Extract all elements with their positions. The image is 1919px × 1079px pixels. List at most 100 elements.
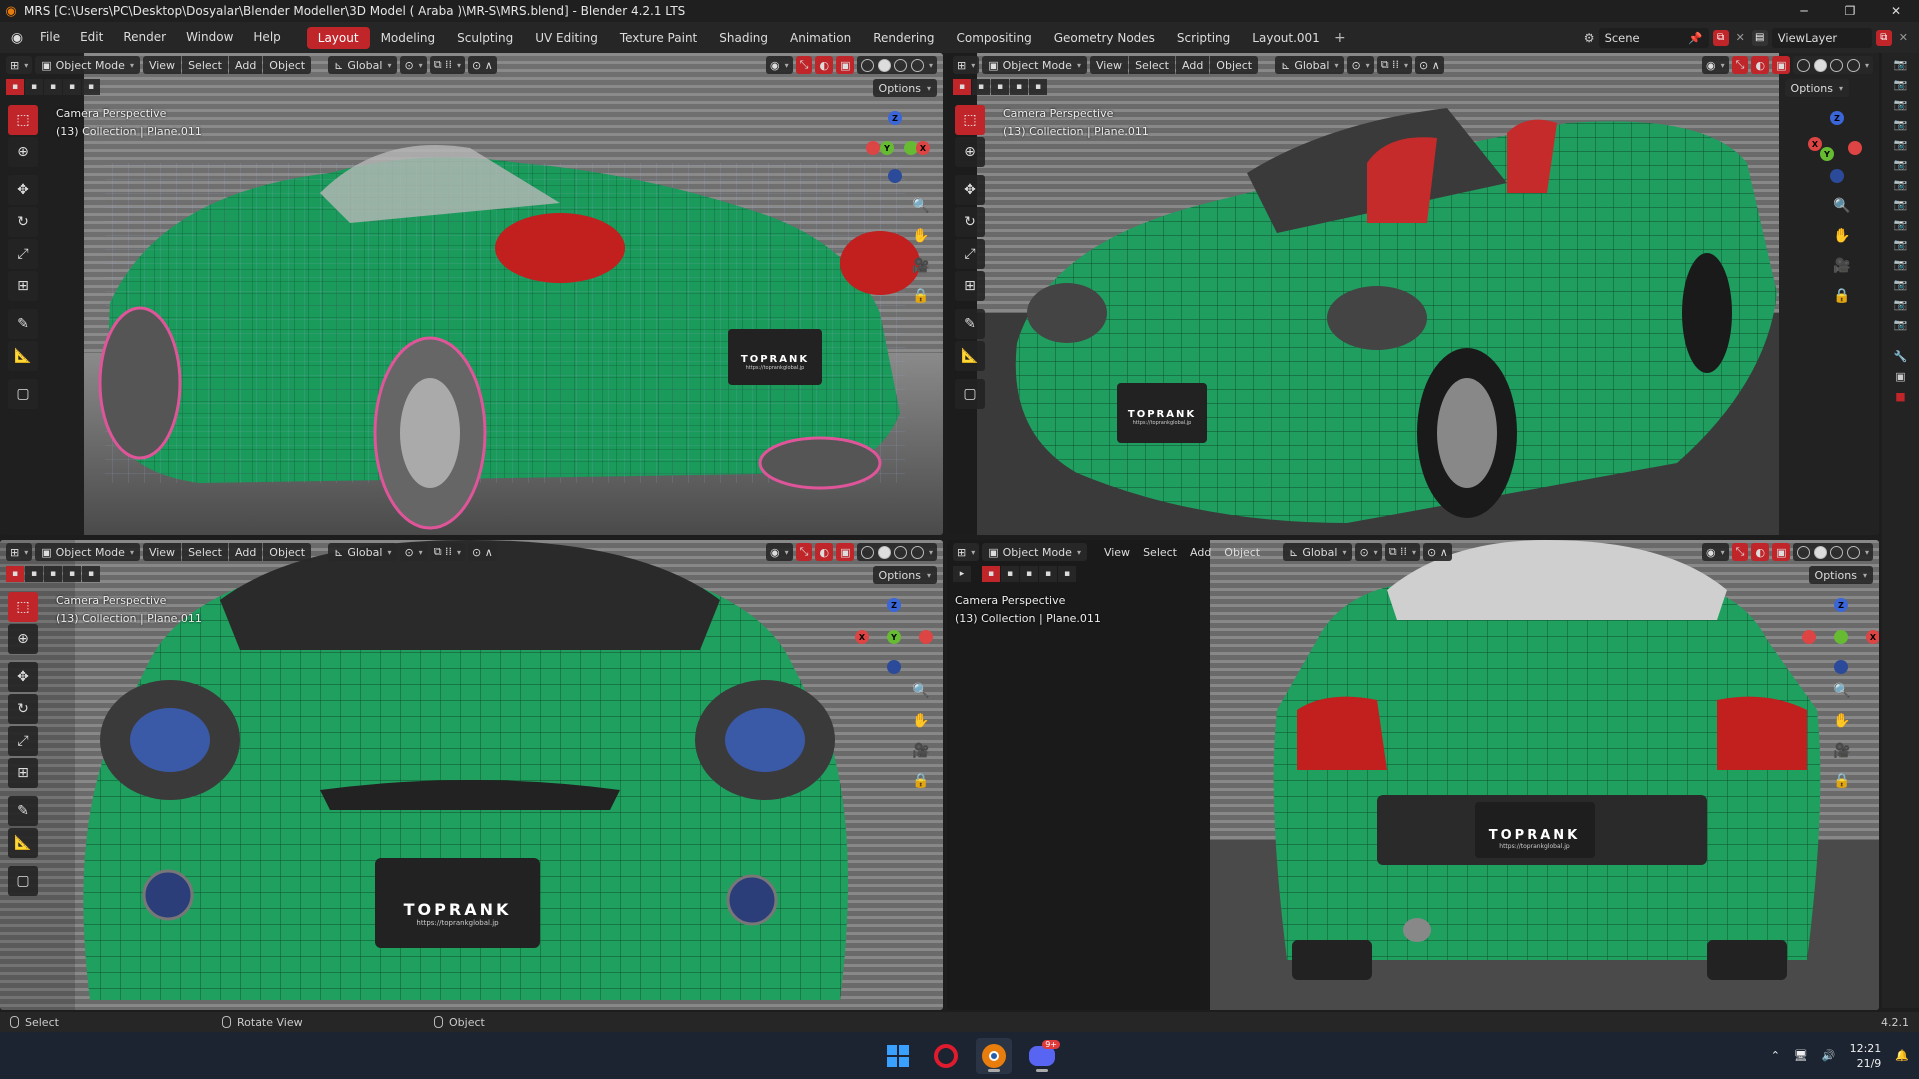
outliner-visibility-icon[interactable]: 📷 xyxy=(1889,255,1913,273)
select-intersect-icon[interactable]: ▪ xyxy=(1029,79,1047,95)
add-workspace-icon[interactable]: + xyxy=(1331,29,1349,47)
options-dropdown[interactable]: Options ▾ xyxy=(872,79,937,97)
view-menu[interactable]: View xyxy=(1098,543,1136,561)
clock[interactable]: 12:21 21/9 xyxy=(1850,1041,1882,1071)
snap-icon[interactable]: ⧉ ⁞⁞ ▾ xyxy=(1376,56,1413,74)
gizmo-x-axis[interactable]: X xyxy=(855,630,869,644)
viewport-top-right[interactable]: TOPRANK https://toprankglobal.jp ⊞ ▾ ▣ Obj… xyxy=(947,53,1879,535)
discord-icon[interactable]: 9+ xyxy=(1024,1038,1060,1074)
wireframe-shading-icon[interactable] xyxy=(1797,545,1811,559)
transform-tool-icon[interactable]: ⊞ xyxy=(955,271,985,301)
cursor-tool-icon[interactable]: ⊕ xyxy=(955,137,985,167)
select-menu[interactable]: Select xyxy=(182,56,228,74)
move-tool-icon[interactable]: ✥ xyxy=(8,175,38,205)
lock-icon[interactable]: 🔒 xyxy=(910,770,932,792)
overlay-toggle-icon[interactable]: ◐ xyxy=(1751,543,1770,561)
editor-type-icon[interactable]: ⊞ ▾ xyxy=(953,56,980,74)
shading-modes[interactable]: ▾ xyxy=(857,543,937,561)
select-box-tool-icon[interactable]: ⬚ xyxy=(8,105,38,135)
select-invert-icon[interactable]: ▪ xyxy=(63,79,81,95)
select-menu[interactable]: Select xyxy=(1137,543,1183,561)
gizmo-z-axis[interactable]: Z xyxy=(1834,598,1848,612)
volume-icon[interactable]: 🔊 xyxy=(1822,1049,1836,1062)
tab-sculpting[interactable]: Sculpting xyxy=(446,27,524,49)
outliner-visibility-icon[interactable]: 📷 xyxy=(1889,295,1913,313)
select-menu[interactable]: Select xyxy=(1129,56,1175,74)
options-dropdown[interactable]: Options ▾ xyxy=(1808,566,1873,584)
outliner-visibility-icon[interactable]: 📷 xyxy=(1889,235,1913,253)
close-button[interactable]: ✕ xyxy=(1873,0,1919,22)
pivot-icon[interactable]: ⊙ ▾ xyxy=(400,56,427,74)
select-new-icon[interactable]: ▪ xyxy=(6,79,24,95)
xray-toggle-icon[interactable]: ▣ xyxy=(836,543,855,561)
gizmo-toggle-icon[interactable]: ⤡ xyxy=(1731,56,1749,74)
tab-animation[interactable]: Animation xyxy=(779,27,862,49)
gizmo-z-axis[interactable]: Z xyxy=(1830,111,1844,125)
add-menu[interactable]: Add xyxy=(229,543,263,561)
select-intersect-icon[interactable]: ▪ xyxy=(82,79,100,95)
editor-type-icon[interactable]: ⊞ ▾ xyxy=(953,543,980,561)
annotate-tool-icon[interactable]: ✎ xyxy=(955,309,985,339)
scale-tool-icon[interactable]: ⤢ xyxy=(8,726,38,756)
material-shading-icon[interactable] xyxy=(894,545,908,559)
menu-window[interactable]: Window xyxy=(176,22,243,53)
maximize-button[interactable]: ❐ xyxy=(1827,0,1873,22)
visibility-icon[interactable]: ◉ ▾ xyxy=(766,543,793,561)
viewport-bottom-right[interactable]: TOPRANK https://toprankglobal.jp ⊞ ▾ ▣ Obj… xyxy=(947,540,1879,1010)
outliner-visibility-icon[interactable]: 📷 xyxy=(1889,155,1913,173)
blender-taskbar-icon[interactable] xyxy=(976,1038,1012,1074)
mode-dropdown[interactable]: ▣ Object Mode ▾ xyxy=(35,56,140,74)
measure-tool-icon[interactable]: 📐 xyxy=(955,341,985,371)
gizmo-toggle-icon[interactable]: ⤡ xyxy=(795,543,813,561)
overlay-toggle-icon[interactable]: ◐ xyxy=(815,543,834,561)
menu-file[interactable]: File xyxy=(30,22,70,53)
scale-tool-icon[interactable]: ⤢ xyxy=(955,239,985,269)
select-intersect-icon[interactable]: ▪ xyxy=(82,566,100,582)
material-shading-icon[interactable] xyxy=(894,58,908,72)
solid-shading-icon[interactable] xyxy=(1813,545,1827,559)
select-extend-icon[interactable]: ▪ xyxy=(25,566,43,582)
rotate-tool-icon[interactable]: ↻ xyxy=(955,207,985,237)
lock-icon[interactable]: 🔒 xyxy=(1831,770,1853,792)
menu-edit[interactable]: Edit xyxy=(70,22,113,53)
tab-layout[interactable]: Layout xyxy=(306,26,370,49)
camera-view-icon[interactable]: 🎥 xyxy=(1831,255,1853,277)
scene-icon[interactable]: ⚙ xyxy=(1584,31,1595,45)
rendered-shading-icon[interactable] xyxy=(1846,545,1860,559)
add-menu[interactable]: Add xyxy=(1176,56,1210,74)
measure-tool-icon[interactable]: 📐 xyxy=(8,828,38,858)
orientation-dropdown[interactable]: ⊾ Global ▾ xyxy=(1283,543,1353,561)
editor-type-icon[interactable]: ⊞ ▾ xyxy=(6,56,33,74)
annotate-tool-icon[interactable]: ✎ xyxy=(8,796,38,826)
select-new-icon[interactable]: ▪ xyxy=(953,79,971,95)
tab-scripting[interactable]: Scripting xyxy=(1166,27,1241,49)
select-invert-icon[interactable]: ▪ xyxy=(1039,566,1057,582)
tray-overflow-icon[interactable]: ⌃ xyxy=(1771,1049,1780,1062)
zoom-icon[interactable]: 🔍 xyxy=(1831,680,1853,702)
move-tool-icon[interactable]: ✥ xyxy=(955,175,985,205)
zoom-icon[interactable]: 🔍 xyxy=(910,195,932,217)
transform-tool-icon[interactable]: ⊞ xyxy=(8,271,38,301)
select-new-icon[interactable]: ▪ xyxy=(982,566,1000,582)
tab-modeling[interactable]: Modeling xyxy=(370,27,447,49)
camera-view-icon[interactable]: 🎥 xyxy=(910,740,932,762)
view-layer-field[interactable]: ViewLayer xyxy=(1771,27,1872,48)
overlay-toggle-icon[interactable]: ◐ xyxy=(815,56,834,74)
zoom-icon[interactable]: 🔍 xyxy=(1831,195,1853,217)
snap-icon[interactable]: ⧉ ⁞⁞ ▾ xyxy=(429,543,466,561)
select-subtract-icon[interactable]: ▪ xyxy=(44,79,62,95)
opera-browser-icon[interactable] xyxy=(928,1038,964,1074)
gizmo-x-axis[interactable]: X xyxy=(916,141,930,155)
move-tool-icon[interactable]: ✥ xyxy=(8,662,38,692)
gizmo-z-neg-axis[interactable] xyxy=(1830,169,1844,183)
snap-icon[interactable]: ⧉ ⁞⁞ ▾ xyxy=(1384,543,1421,561)
visibility-icon[interactable]: ◉ ▾ xyxy=(1702,56,1729,74)
rotate-tool-icon[interactable]: ↻ xyxy=(8,207,38,237)
pivot-icon[interactable]: ⊙ ▾ xyxy=(400,543,427,561)
add-menu[interactable]: Add xyxy=(1184,543,1217,561)
select-box-tool-icon[interactable]: ⬚ xyxy=(8,592,38,622)
proportional-edit-icon[interactable]: ⊙ ∧ xyxy=(1423,543,1452,561)
gizmo-z-neg-axis[interactable] xyxy=(888,169,902,183)
pan-hand-icon[interactable]: ✋ xyxy=(1831,710,1853,732)
select-menu[interactable]: Select xyxy=(182,543,228,561)
